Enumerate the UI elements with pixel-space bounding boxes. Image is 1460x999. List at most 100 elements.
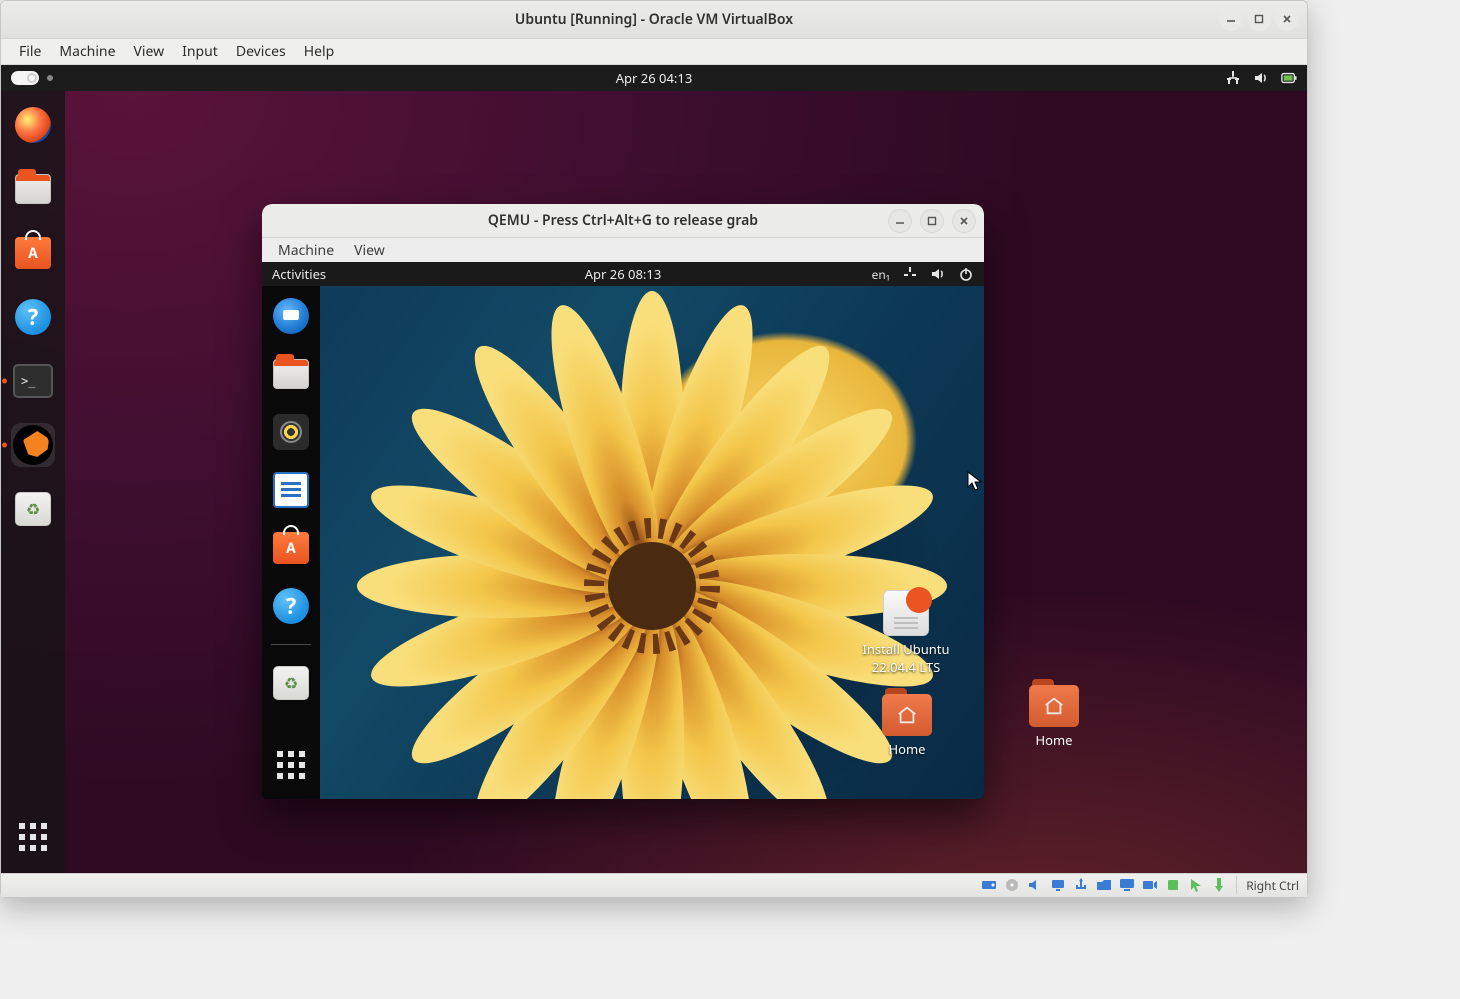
dock-item-help[interactable]: ? — [11, 295, 55, 339]
dock-item-trash[interactable]: ♻ — [271, 663, 311, 703]
workspace-pill-icon — [11, 71, 39, 85]
vb-mouse-integration-icon[interactable] — [1188, 877, 1204, 893]
vb-optical-icon[interactable] — [1004, 877, 1020, 893]
vb-divider — [1236, 876, 1237, 894]
apps-grid-icon — [277, 751, 305, 779]
dock-item-help[interactable]: ? — [271, 586, 311, 626]
qemu-title: QEMU - Press Ctrl+Alt+G to release grab — [262, 211, 984, 230]
vb-audio-icon[interactable] — [1027, 877, 1043, 893]
network-icon — [1225, 70, 1241, 86]
virtualbox-window: Ubuntu [Running] - Oracle VM VirtualBox … — [0, 0, 1308, 898]
gnome-topbar[interactable]: Apr 26 04:13 — [1, 65, 1307, 91]
dock-item-writer[interactable] — [271, 470, 311, 510]
dock-item-ubuntu-software[interactable] — [271, 528, 311, 568]
trash-icon: ♻ — [15, 492, 51, 526]
activities-indicator[interactable] — [11, 71, 53, 85]
dock-item-ubuntu-software[interactable] — [11, 231, 55, 275]
close-button[interactable] — [1275, 7, 1299, 31]
volume-icon — [1253, 70, 1269, 86]
help-icon: ? — [15, 299, 51, 335]
house-icon — [1029, 685, 1079, 727]
dock-item-files[interactable] — [11, 167, 55, 211]
files-icon — [15, 174, 51, 204]
house-icon — [882, 694, 932, 736]
desktop-icon-label: Install Ubuntu 22.04.4 LTS — [846, 640, 966, 676]
menu-machine[interactable]: Machine — [51, 40, 123, 63]
network-icon — [902, 266, 918, 282]
keyboard-layout-indicator[interactable]: en₁ — [872, 266, 890, 283]
menu-input[interactable]: Input — [174, 40, 226, 63]
terminal-icon: >_ — [13, 364, 53, 398]
vb-recording-icon[interactable] — [1142, 877, 1158, 893]
power-icon — [958, 266, 974, 282]
dock-item-thunderbird[interactable] — [271, 296, 311, 336]
dock-item-terminal[interactable]: >_ — [11, 359, 55, 403]
inner-dock: ? ♻ — [262, 286, 320, 799]
help-icon: ? — [273, 588, 309, 624]
qemu-close-button[interactable] — [952, 209, 976, 233]
folder-icon — [1029, 685, 1079, 727]
volume-icon — [930, 266, 946, 282]
dock-item-qemu[interactable] — [11, 423, 55, 467]
maximize-button[interactable] — [1247, 7, 1271, 31]
qemu-menu-machine[interactable]: Machine — [270, 239, 342, 262]
inner-desktop-wallpaper[interactable]: Install Ubuntu 22.04.4 LTS Home — [320, 286, 984, 799]
vb-shared-folder-icon[interactable] — [1096, 877, 1112, 893]
show-applications-button[interactable] — [271, 745, 311, 785]
rhythmbox-icon — [273, 414, 309, 450]
trash-icon: ♻ — [273, 666, 309, 700]
qemu-minimize-button[interactable] — [888, 209, 912, 233]
desktop-wallpaper[interactable]: Home QEMU - Press Ctrl+Alt+G to release … — [1, 91, 1307, 873]
desktop-icon-home-inner[interactable]: Home — [862, 694, 952, 758]
thunderbird-icon — [273, 298, 309, 334]
system-status-area[interactable] — [1225, 70, 1297, 86]
dock-item-trash[interactable]: ♻ — [11, 487, 55, 531]
dock-separator — [271, 644, 311, 645]
qemu-titlebar[interactable]: QEMU - Press Ctrl+Alt+G to release grab — [262, 204, 984, 238]
qemu-maximize-button[interactable] — [920, 209, 944, 233]
qemu-window[interactable]: QEMU - Press Ctrl+Alt+G to release grab … — [262, 204, 984, 799]
menu-help[interactable]: Help — [296, 40, 343, 63]
ubuntu-software-icon — [273, 532, 309, 564]
virtualbox-titlebar[interactable]: Ubuntu [Running] - Oracle VM VirtualBox — [1, 1, 1307, 39]
qemu-menubar: Machine View — [262, 238, 984, 262]
desktop-icon-label: Home — [1009, 731, 1099, 749]
vb-cpu-icon[interactable] — [1165, 877, 1181, 893]
menu-file[interactable]: File — [11, 40, 49, 63]
minimize-button[interactable] — [1219, 7, 1243, 31]
virtualbox-title: Ubuntu [Running] - Oracle VM VirtualBox — [1, 10, 1307, 29]
ubuntu-software-icon — [15, 237, 51, 269]
desktop-icon-home[interactable]: Home — [1009, 685, 1099, 749]
dock-item-rhythmbox[interactable] — [271, 412, 311, 452]
dock-item-firefox[interactable] — [11, 103, 55, 147]
qemu-menu-view[interactable]: View — [346, 239, 393, 262]
desktop-icon-install-ubuntu[interactable]: Install Ubuntu 22.04.4 LTS — [846, 590, 966, 676]
host-key-label[interactable]: Right Ctrl — [1246, 877, 1299, 894]
virtualbox-statusbar: Right Ctrl — [1, 873, 1307, 897]
menu-devices[interactable]: Devices — [228, 40, 294, 63]
dock-item-files[interactable] — [271, 354, 311, 394]
vb-usb-icon[interactable] — [1073, 877, 1089, 893]
files-icon — [273, 359, 309, 389]
vb-keyboard-icon[interactable] — [1211, 877, 1227, 893]
menu-view[interactable]: View — [125, 40, 172, 63]
clock-label[interactable]: Apr 26 04:13 — [1, 69, 1307, 87]
guest-display: Apr 26 04:13 — [1, 65, 1307, 873]
inner-system-status-area[interactable]: en₁ — [872, 266, 974, 283]
apps-grid-icon — [19, 823, 47, 851]
qemu-icon — [13, 425, 53, 465]
show-applications-button[interactable] — [11, 815, 55, 859]
installer-icon — [883, 590, 929, 636]
firefox-icon — [15, 107, 51, 143]
outer-dock: ? >_ ♻ — [1, 91, 65, 873]
vb-hdd-icon[interactable] — [981, 877, 997, 893]
inner-vm-display: Activities Apr 26 08:13 en₁ — [262, 262, 984, 799]
virtualbox-menubar: File Machine View Input Devices Help — [1, 39, 1307, 65]
vb-network-icon[interactable] — [1050, 877, 1066, 893]
activities-button[interactable]: Activities — [272, 265, 326, 283]
libreoffice-writer-icon — [273, 472, 309, 508]
desktop-icon-label: Home — [862, 740, 952, 758]
inner-gnome-topbar[interactable]: Activities Apr 26 08:13 en₁ — [262, 262, 984, 286]
battery-icon — [1281, 70, 1297, 86]
vb-display-icon[interactable] — [1119, 877, 1135, 893]
